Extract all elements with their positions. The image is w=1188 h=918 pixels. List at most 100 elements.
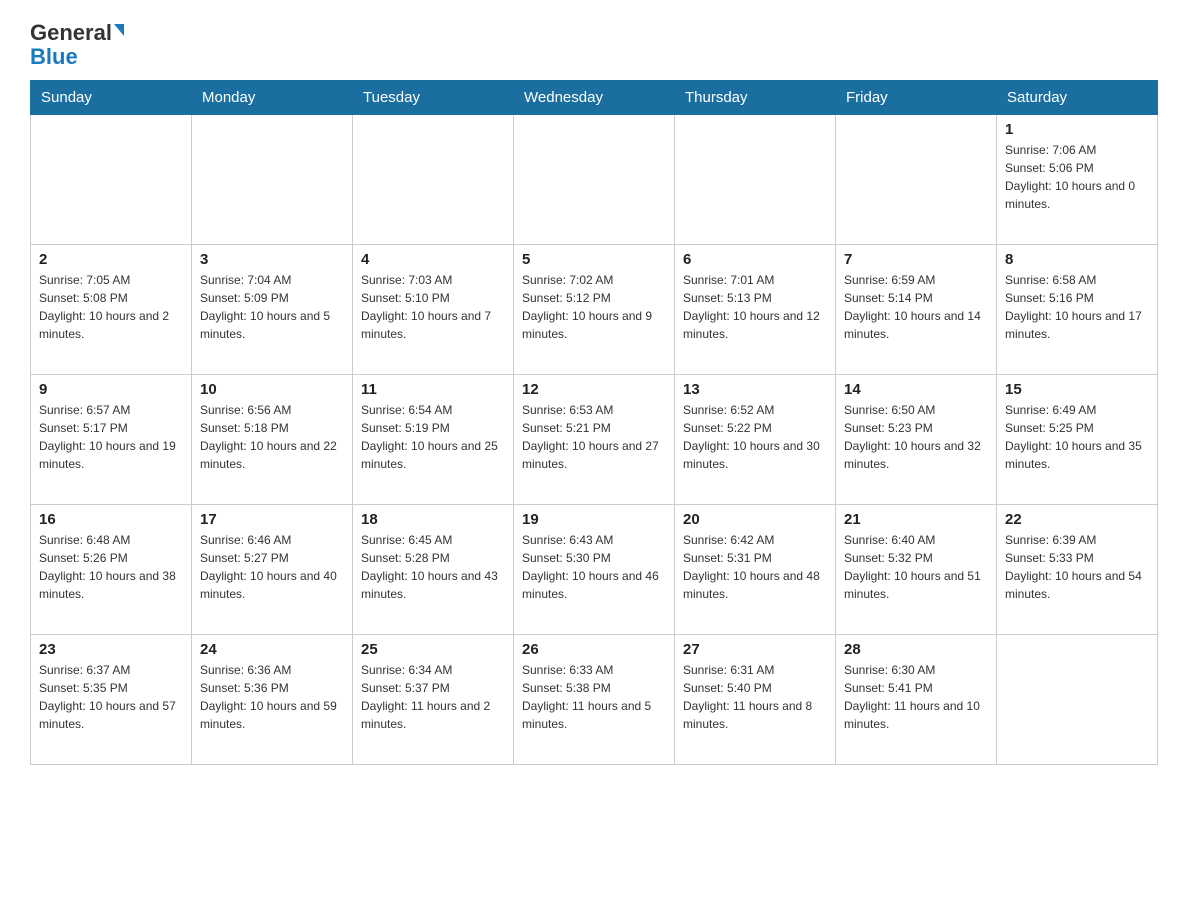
- day-number: 6: [683, 251, 827, 268]
- day-info: Sunrise: 7:04 AM Sunset: 5:09 PM Dayligh…: [200, 273, 330, 341]
- calendar-cell: 11 Sunrise: 6:54 AM Sunset: 5:19 PM Dayli…: [353, 375, 514, 505]
- calendar-cell: 4 Sunrise: 7:03 AM Sunset: 5:10 PM Daylig…: [353, 245, 514, 375]
- calendar-cell: 8 Sunrise: 6:58 AM Sunset: 5:16 PM Daylig…: [997, 245, 1158, 375]
- calendar-header-saturday: Saturday: [997, 81, 1158, 115]
- day-number: 9: [39, 381, 183, 398]
- day-info: Sunrise: 6:48 AM Sunset: 5:26 PM Dayligh…: [39, 533, 176, 601]
- logo-arrow-icon: [114, 24, 124, 36]
- logo: General Blue: [30, 20, 124, 70]
- day-info: Sunrise: 6:46 AM Sunset: 5:27 PM Dayligh…: [200, 533, 337, 601]
- calendar-week-5: 23 Sunrise: 6:37 AM Sunset: 5:35 PM Dayli…: [31, 635, 1158, 765]
- calendar-cell: 20Sunrise: 6:42 AM Sunset: 5:31 PM Dayli…: [675, 505, 836, 635]
- calendar-cell: 21 Sunrise: 6:40 AM Sunset: 5:32 PM Dayli…: [836, 505, 997, 635]
- calendar-cell: 15Sunrise: 6:49 AM Sunset: 5:25 PM Dayli…: [997, 375, 1158, 505]
- day-number: 10: [200, 381, 344, 398]
- calendar-cell: [997, 635, 1158, 765]
- calendar-cell: 1 Sunrise: 7:06 AM Sunset: 5:06 PM Daylig…: [997, 115, 1158, 245]
- day-number: 4: [361, 251, 505, 268]
- day-info: Sunrise: 6:37 AM Sunset: 5:35 PM Dayligh…: [39, 663, 176, 731]
- day-number: 12: [522, 381, 666, 398]
- day-number: 28: [844, 641, 988, 658]
- day-info: Sunrise: 6:56 AM Sunset: 5:18 PM Dayligh…: [200, 403, 337, 471]
- calendar-cell: [675, 115, 836, 245]
- calendar-cell: 12 Sunrise: 6:53 AM Sunset: 5:21 PM Dayli…: [514, 375, 675, 505]
- day-info: Sunrise: 6:33 AM Sunset: 5:38 PM Dayligh…: [522, 663, 651, 731]
- day-number: 16: [39, 511, 183, 528]
- day-info: Sunrise: 6:43 AM Sunset: 5:30 PM Dayligh…: [522, 533, 659, 601]
- calendar-cell: 3 Sunrise: 7:04 AM Sunset: 5:09 PM Daylig…: [192, 245, 353, 375]
- calendar-header-monday: Monday: [192, 81, 353, 115]
- day-info: Sunrise: 6:45 AM Sunset: 5:28 PM Dayligh…: [361, 533, 498, 601]
- day-number: 1: [1005, 121, 1149, 138]
- calendar-header-wednesday: Wednesday: [514, 81, 675, 115]
- calendar-cell: 18Sunrise: 6:45 AM Sunset: 5:28 PM Dayli…: [353, 505, 514, 635]
- calendar-header-thursday: Thursday: [675, 81, 836, 115]
- day-number: 14: [844, 381, 988, 398]
- calendar-cell: [192, 115, 353, 245]
- calendar-week-3: 9 Sunrise: 6:57 AM Sunset: 5:17 PM Daylig…: [31, 375, 1158, 505]
- day-number: 24: [200, 641, 344, 658]
- day-number: 3: [200, 251, 344, 268]
- day-number: 8: [1005, 251, 1149, 268]
- calendar-header-friday: Friday: [836, 81, 997, 115]
- calendar-cell: 23 Sunrise: 6:37 AM Sunset: 5:35 PM Dayli…: [31, 635, 192, 765]
- calendar-cell: 22 Sunrise: 6:39 AM Sunset: 5:33 PM Dayli…: [997, 505, 1158, 635]
- calendar-cell: 16 Sunrise: 6:48 AM Sunset: 5:26 PM Dayli…: [31, 505, 192, 635]
- calendar-cell: [836, 115, 997, 245]
- calendar-cell: 26 Sunrise: 6:33 AM Sunset: 5:38 PM Dayli…: [514, 635, 675, 765]
- calendar-week-1: 1 Sunrise: 7:06 AM Sunset: 5:06 PM Daylig…: [31, 115, 1158, 245]
- calendar-cell: 5Sunrise: 7:02 AM Sunset: 5:12 PM Daylig…: [514, 245, 675, 375]
- calendar-table: SundayMondayTuesdayWednesdayThursdayFrid…: [30, 80, 1158, 765]
- page-header: General Blue: [30, 20, 1158, 70]
- calendar-cell: 17 Sunrise: 6:46 AM Sunset: 5:27 PM Dayli…: [192, 505, 353, 635]
- day-info: Sunrise: 7:01 AM Sunset: 5:13 PM Dayligh…: [683, 273, 820, 341]
- day-info: Sunrise: 6:52 AM Sunset: 5:22 PM Dayligh…: [683, 403, 820, 471]
- day-number: 21: [844, 511, 988, 528]
- day-info: Sunrise: 6:50 AM Sunset: 5:23 PM Dayligh…: [844, 403, 981, 471]
- day-info: Sunrise: 6:39 AM Sunset: 5:33 PM Dayligh…: [1005, 533, 1142, 601]
- calendar-cell: 19 Sunrise: 6:43 AM Sunset: 5:30 PM Dayli…: [514, 505, 675, 635]
- calendar-cell: 27 Sunrise: 6:31 AM Sunset: 5:40 PM Dayli…: [675, 635, 836, 765]
- day-info: Sunrise: 7:05 AM Sunset: 5:08 PM Dayligh…: [39, 273, 169, 341]
- calendar-cell: 2 Sunrise: 7:05 AM Sunset: 5:08 PM Daylig…: [31, 245, 192, 375]
- calendar-cell: 13 Sunrise: 6:52 AM Sunset: 5:22 PM Dayli…: [675, 375, 836, 505]
- day-number: 13: [683, 381, 827, 398]
- day-number: 26: [522, 641, 666, 658]
- day-info: Sunrise: 6:53 AM Sunset: 5:21 PM Dayligh…: [522, 403, 659, 471]
- calendar-cell: 7Sunrise: 6:59 AM Sunset: 5:14 PM Daylig…: [836, 245, 997, 375]
- day-info: Sunrise: 6:57 AM Sunset: 5:17 PM Dayligh…: [39, 403, 176, 471]
- day-number: 11: [361, 381, 505, 398]
- calendar-cell: 24 Sunrise: 6:36 AM Sunset: 5:36 PM Dayli…: [192, 635, 353, 765]
- calendar-cell: 14 Sunrise: 6:50 AM Sunset: 5:23 PM Dayli…: [836, 375, 997, 505]
- day-info: Sunrise: 7:06 AM Sunset: 5:06 PM Dayligh…: [1005, 143, 1135, 211]
- day-info: Sunrise: 6:58 AM Sunset: 5:16 PM Dayligh…: [1005, 273, 1142, 341]
- day-number: 25: [361, 641, 505, 658]
- day-number: 23: [39, 641, 183, 658]
- day-info: Sunrise: 6:36 AM Sunset: 5:36 PM Dayligh…: [200, 663, 337, 731]
- day-number: 5: [522, 251, 666, 268]
- day-info: Sunrise: 6:40 AM Sunset: 5:32 PM Dayligh…: [844, 533, 981, 601]
- day-number: 19: [522, 511, 666, 528]
- calendar-header-sunday: Sunday: [31, 81, 192, 115]
- calendar-cell: [353, 115, 514, 245]
- day-number: 2: [39, 251, 183, 268]
- day-info: Sunrise: 7:03 AM Sunset: 5:10 PM Dayligh…: [361, 273, 491, 341]
- day-number: 17: [200, 511, 344, 528]
- day-info: Sunrise: 6:31 AM Sunset: 5:40 PM Dayligh…: [683, 663, 812, 731]
- logo-blue: Blue: [30, 44, 78, 70]
- calendar-header-row: SundayMondayTuesdayWednesdayThursdayFrid…: [31, 81, 1158, 115]
- logo-general: General: [30, 20, 112, 46]
- day-number: 7: [844, 251, 988, 268]
- calendar-cell: [514, 115, 675, 245]
- day-info: Sunrise: 6:34 AM Sunset: 5:37 PM Dayligh…: [361, 663, 490, 731]
- day-number: 22: [1005, 511, 1149, 528]
- calendar-cell: 10 Sunrise: 6:56 AM Sunset: 5:18 PM Dayli…: [192, 375, 353, 505]
- calendar-cell: 6 Sunrise: 7:01 AM Sunset: 5:13 PM Daylig…: [675, 245, 836, 375]
- day-info: Sunrise: 6:54 AM Sunset: 5:19 PM Dayligh…: [361, 403, 498, 471]
- calendar-cell: 9 Sunrise: 6:57 AM Sunset: 5:17 PM Daylig…: [31, 375, 192, 505]
- calendar-week-4: 16 Sunrise: 6:48 AM Sunset: 5:26 PM Dayli…: [31, 505, 1158, 635]
- calendar-header-tuesday: Tuesday: [353, 81, 514, 115]
- calendar-cell: [31, 115, 192, 245]
- day-number: 20: [683, 511, 827, 528]
- day-number: 27: [683, 641, 827, 658]
